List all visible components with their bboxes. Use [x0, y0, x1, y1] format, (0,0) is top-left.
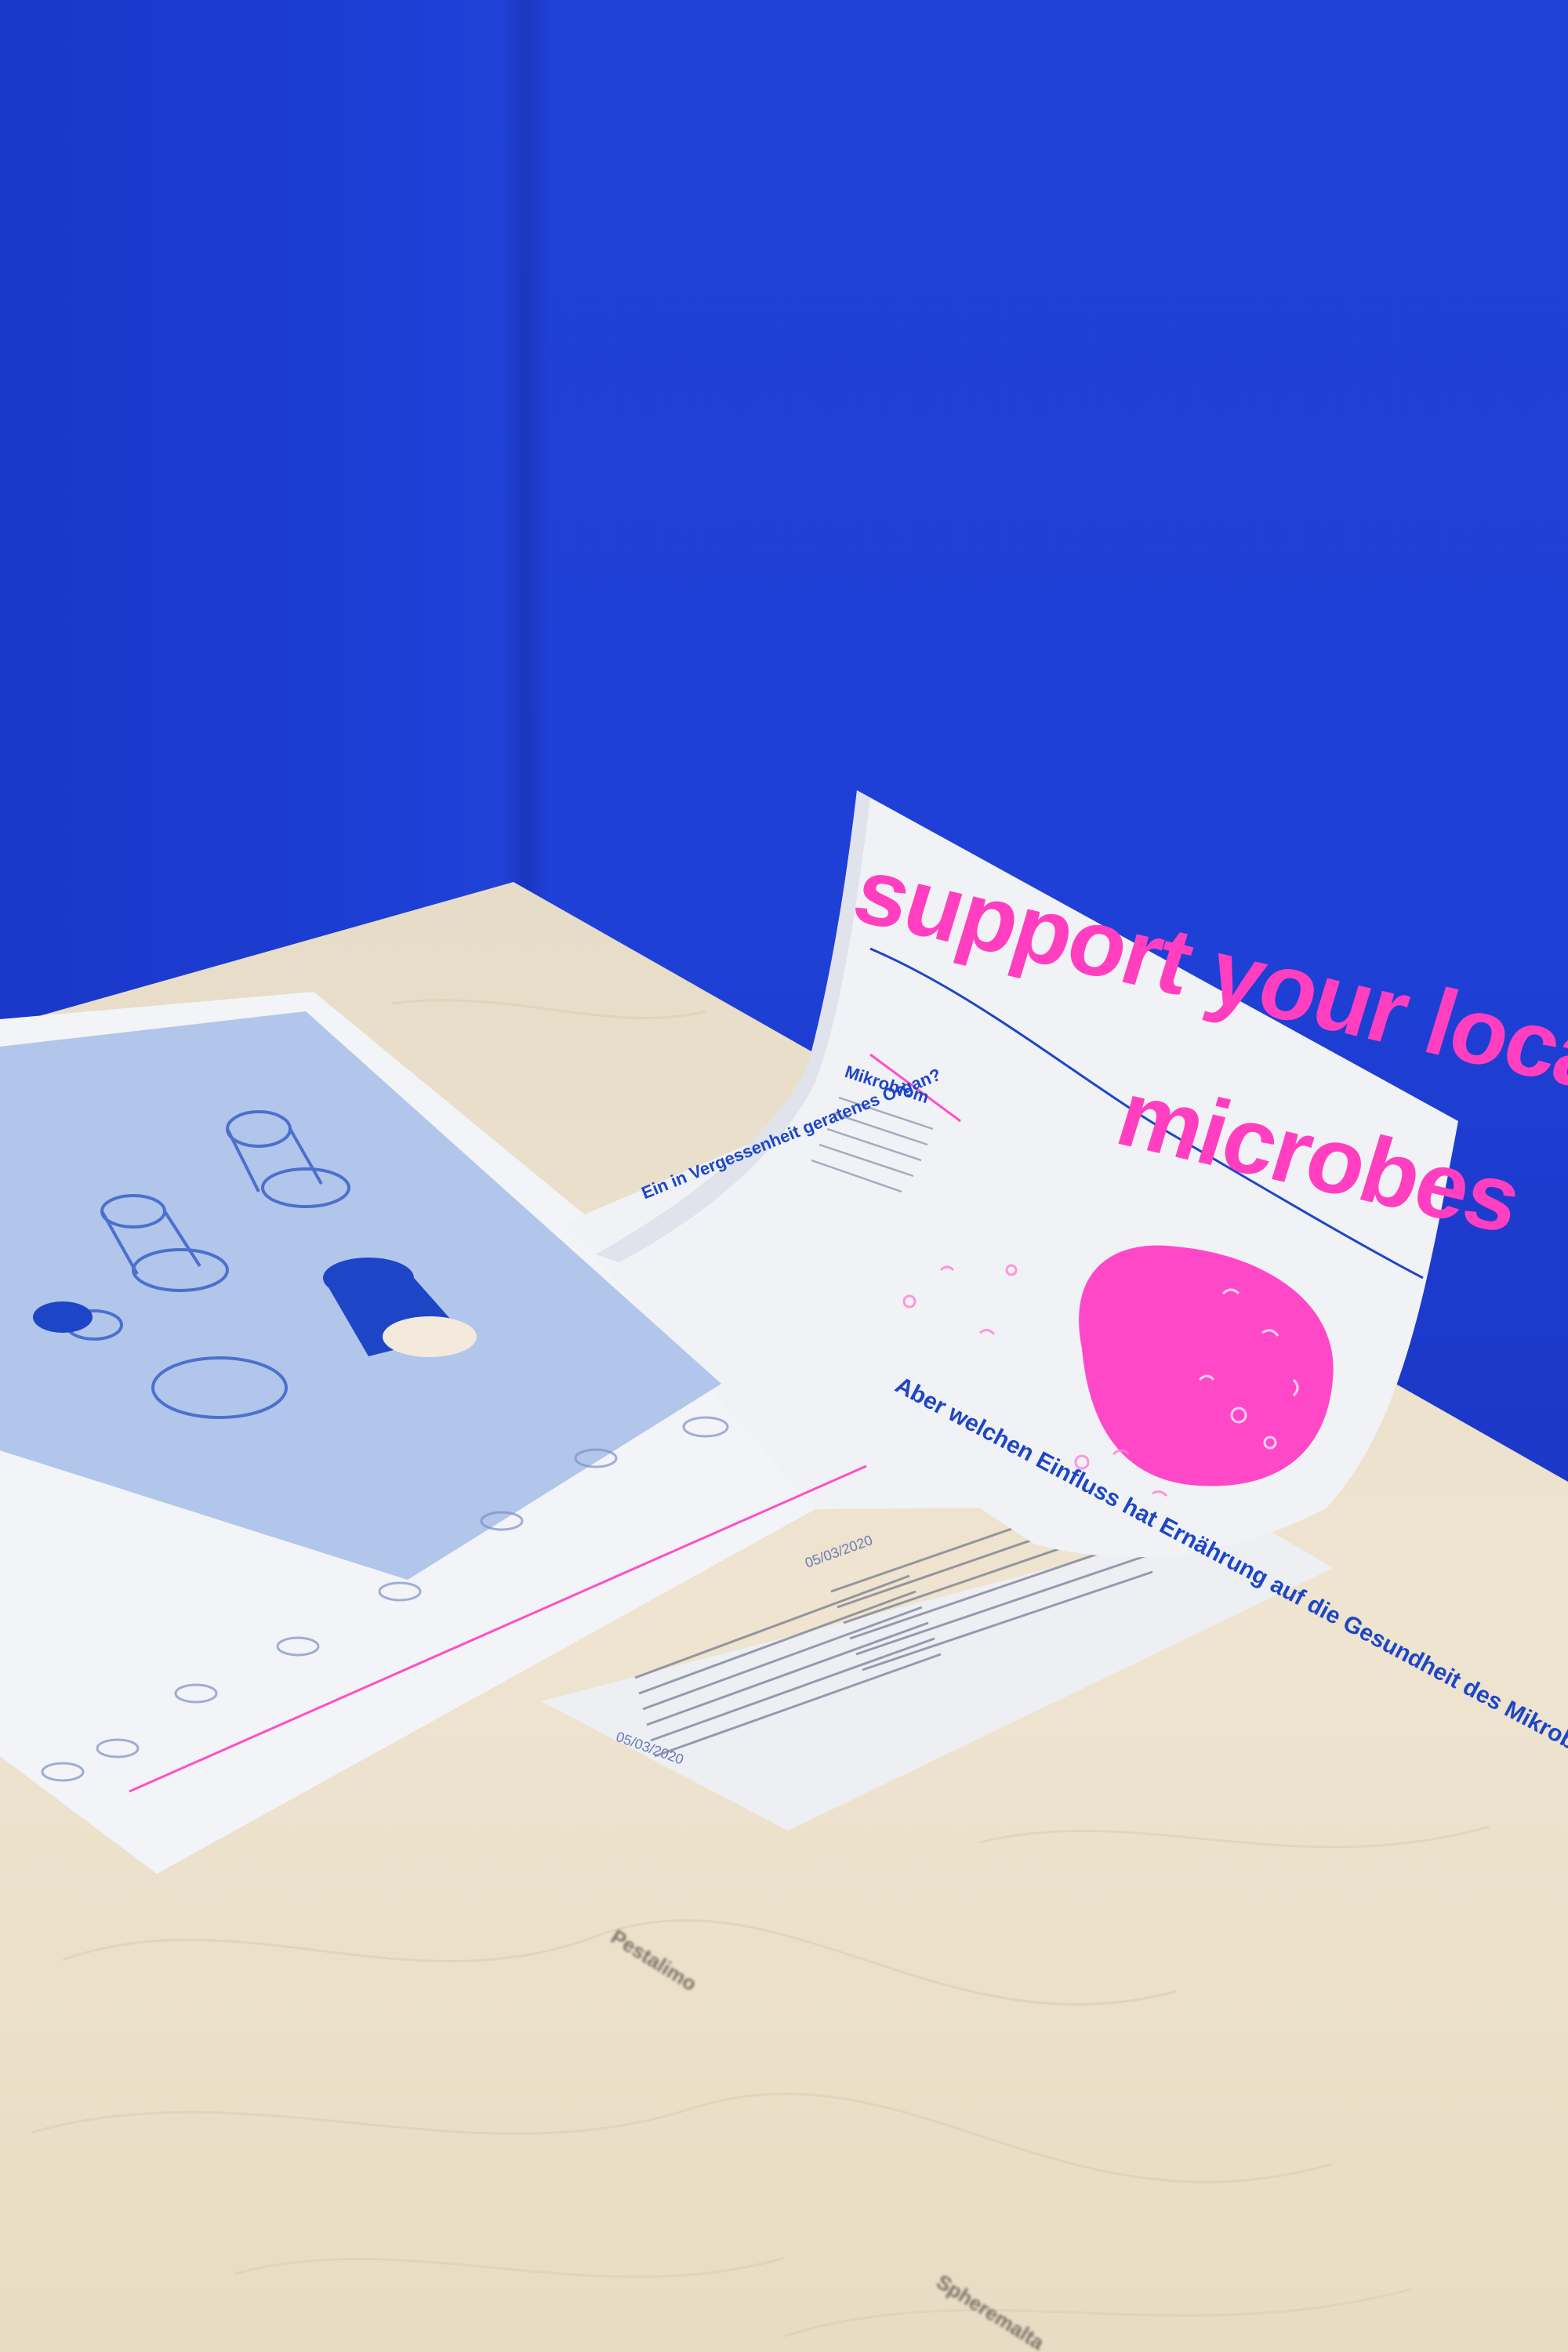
photo-scene: support your local microbes Mikrobiom Ei… — [0, 0, 1568, 2352]
